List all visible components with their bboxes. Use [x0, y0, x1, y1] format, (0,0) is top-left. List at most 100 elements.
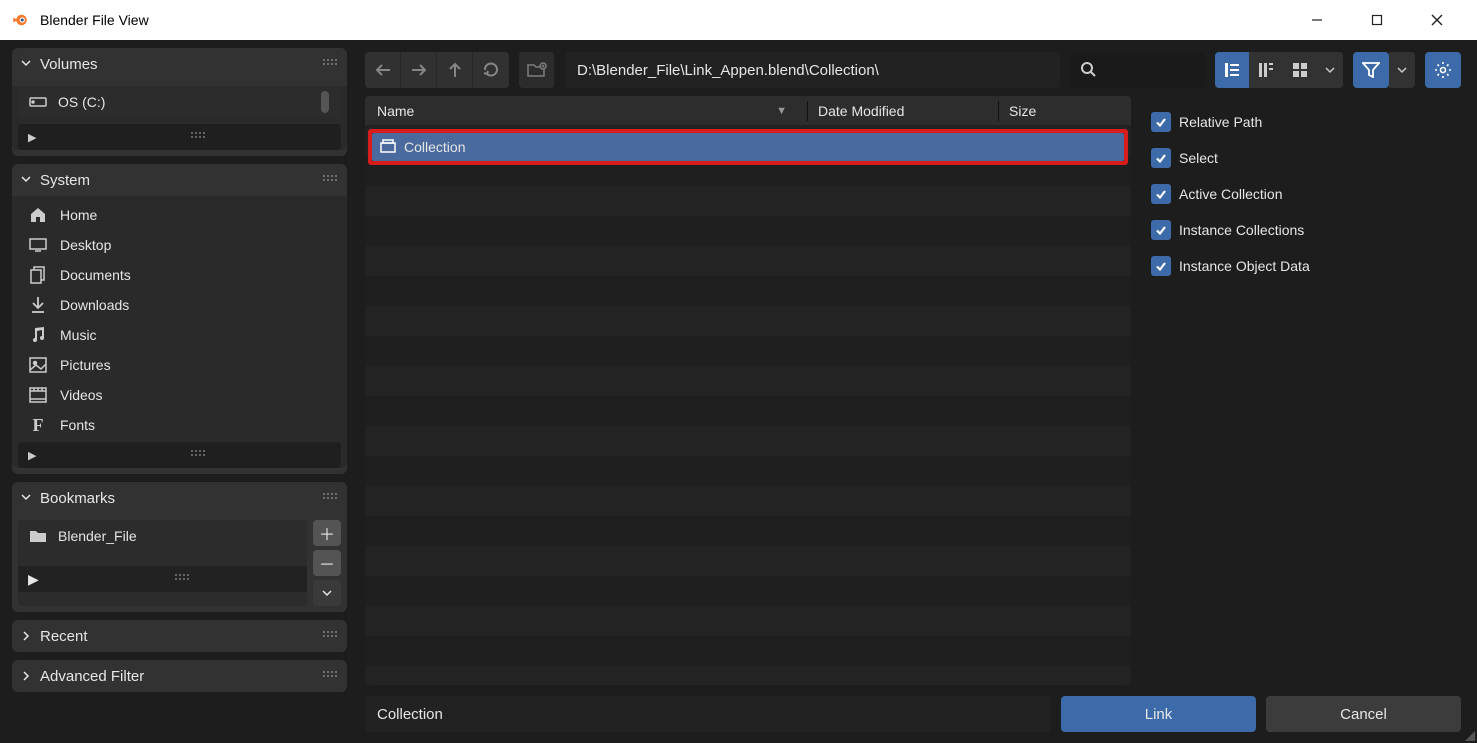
sidebar: Volumes OS (C:) ▶ System: [0, 40, 355, 743]
maximize-button[interactable]: [1347, 0, 1407, 40]
option-relative-path[interactable]: Relative Path: [1151, 108, 1461, 136]
system-item-documents[interactable]: Documents: [18, 260, 341, 290]
bookmarks-header[interactable]: Bookmarks: [12, 482, 347, 514]
link-button[interactable]: Link: [1061, 696, 1256, 732]
column-name[interactable]: Name: [377, 103, 776, 119]
bookmarks-title: Bookmarks: [40, 490, 315, 507]
play-icon[interactable]: ▶: [28, 131, 36, 144]
system-title: System: [40, 172, 315, 189]
chevron-down-icon: [20, 56, 32, 72]
view-dropdown-button[interactable]: [1317, 52, 1343, 88]
volume-label: OS (C:): [58, 94, 105, 110]
path-input[interactable]: D:\Blender_File\Link_Appen.blend\Collect…: [565, 52, 1060, 88]
forward-button[interactable]: [401, 52, 437, 88]
filter-dropdown-button[interactable]: [1389, 52, 1415, 88]
chevron-right-icon: [20, 629, 32, 645]
system-item-desktop[interactable]: Desktop: [18, 230, 341, 260]
chevron-down-icon: [20, 172, 32, 188]
search-icon: [1080, 61, 1096, 80]
cancel-button[interactable]: Cancel: [1266, 696, 1461, 732]
titlebar: Blender File View: [0, 0, 1477, 40]
refresh-button[interactable]: [473, 52, 509, 88]
checkbox-checked-icon: [1151, 184, 1171, 204]
filter-button[interactable]: [1353, 52, 1389, 88]
advanced-filter-header[interactable]: Advanced Filter: [12, 660, 347, 692]
grip-icon[interactable]: [323, 175, 339, 185]
recent-title: Recent: [40, 628, 315, 645]
checkbox-checked-icon: [1151, 112, 1171, 132]
search-input[interactable]: [1070, 52, 1205, 88]
up-button[interactable]: [437, 52, 473, 88]
system-item-downloads[interactable]: Downloads: [18, 290, 341, 320]
bookmarks-nav: ▶: [18, 566, 307, 592]
videos-icon: [28, 387, 48, 403]
column-size[interactable]: Size: [1009, 103, 1119, 119]
grip-icon[interactable]: [323, 59, 339, 69]
system-item-music[interactable]: Music: [18, 320, 341, 350]
column-date[interactable]: Date Modified: [818, 103, 988, 119]
system-nav: ▶: [18, 442, 341, 468]
view-thumbnails-button[interactable]: [1283, 52, 1317, 88]
option-instance-object-data[interactable]: Instance Object Data: [1151, 252, 1461, 280]
add-bookmark-button[interactable]: ＋: [313, 520, 341, 546]
file-row-selected[interactable]: Collection: [372, 133, 1124, 161]
view-list-vertical-button[interactable]: [1215, 52, 1249, 88]
system-header[interactable]: System: [12, 164, 347, 196]
recent-panel: Recent: [12, 620, 347, 652]
recent-header[interactable]: Recent: [12, 620, 347, 652]
volume-item[interactable]: OS (C:): [18, 86, 341, 118]
footer: Collection Link Cancel: [355, 685, 1471, 737]
filename-input[interactable]: Collection: [365, 696, 1051, 732]
grip-icon[interactable]: [175, 574, 191, 584]
sort-indicator-icon[interactable]: ▼: [776, 105, 787, 117]
bookmarks-panel: Bookmarks Blender_File ▶ ＋: [12, 482, 347, 612]
home-icon: [28, 206, 48, 224]
columns-header: Name ▼ Date Modified Size: [365, 96, 1131, 126]
grip-icon[interactable]: [191, 132, 207, 142]
toolbar: D:\Blender_File\Link_Appen.blend\Collect…: [355, 40, 1471, 96]
blender-logo-icon: [10, 10, 30, 30]
content-area: D:\Blender_File\Link_Appen.blend\Collect…: [355, 40, 1477, 743]
system-item-fonts[interactable]: FFonts: [18, 410, 341, 440]
volumes-nav: ▶: [18, 124, 341, 150]
settings-button[interactable]: [1425, 52, 1461, 88]
view-list-horizontal-button[interactable]: [1249, 52, 1283, 88]
bookmark-item[interactable]: Blender_File: [18, 520, 307, 552]
grip-icon[interactable]: [323, 493, 339, 503]
file-name: Collection: [404, 139, 465, 155]
volumes-panel: Volumes OS (C:) ▶: [12, 48, 347, 156]
advanced-filter-title: Advanced Filter: [40, 668, 315, 685]
option-active-collection[interactable]: Active Collection: [1151, 180, 1461, 208]
resize-handle-icon[interactable]: [1465, 731, 1475, 741]
play-icon[interactable]: ▶: [28, 571, 39, 588]
fonts-icon: F: [28, 415, 48, 436]
bookmark-menu-button[interactable]: [313, 580, 341, 606]
back-button[interactable]: [365, 52, 401, 88]
new-folder-button[interactable]: [519, 52, 555, 88]
system-item-home[interactable]: Home: [18, 200, 341, 230]
volumes-header[interactable]: Volumes: [12, 48, 347, 80]
chevron-down-icon: [20, 490, 32, 506]
checkbox-checked-icon: [1151, 148, 1171, 168]
desktop-icon: [28, 238, 48, 252]
grip-icon[interactable]: [323, 671, 339, 681]
download-icon: [28, 296, 48, 314]
option-select[interactable]: Select: [1151, 144, 1461, 172]
close-button[interactable]: [1407, 0, 1467, 40]
minimize-button[interactable]: [1287, 0, 1347, 40]
system-item-videos[interactable]: Videos: [18, 380, 341, 410]
folder-icon: [28, 529, 48, 543]
view-mode-group: [1215, 52, 1343, 88]
grip-icon[interactable]: [323, 631, 339, 641]
remove-bookmark-button[interactable]: －: [313, 550, 341, 576]
scrollbar-thumb[interactable]: [321, 91, 329, 113]
file-list[interactable]: Collection: [365, 126, 1131, 685]
checkbox-checked-icon: [1151, 220, 1171, 240]
grip-icon[interactable]: [191, 450, 207, 460]
system-item-pictures[interactable]: Pictures: [18, 350, 341, 380]
checkbox-checked-icon: [1151, 256, 1171, 276]
documents-icon: [28, 266, 48, 284]
system-panel: System Home Desktop Documents Downloads …: [12, 164, 347, 474]
option-instance-collections[interactable]: Instance Collections: [1151, 216, 1461, 244]
play-icon[interactable]: ▶: [28, 449, 36, 462]
